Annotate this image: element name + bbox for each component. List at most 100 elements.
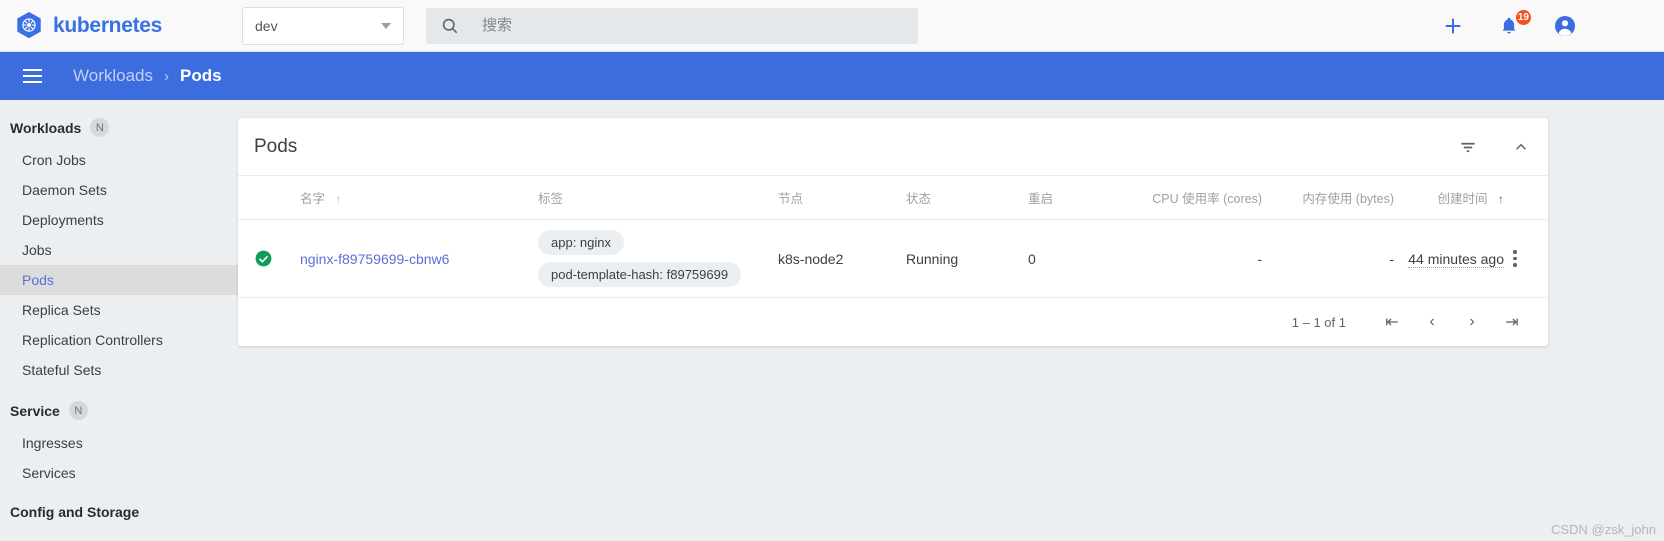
sidebar-item-label: Replication Controllers [22,332,163,348]
column-node[interactable]: 节点 [778,176,906,220]
breadcrumb-separator-icon: › [164,67,169,85]
sidebar-item-replication-controllers[interactable]: Replication Controllers [0,325,238,355]
sidebar-item-label: Stateful Sets [22,362,102,378]
breadcrumb-bar: Workloads › Pods [0,52,1664,100]
sidebar-item-pods[interactable]: Pods [0,265,238,295]
sidebar-item-label: Services [22,465,76,481]
watermark: CSDN @zsk_john [1551,522,1656,537]
column-label: 重启 [1028,192,1054,206]
body: Workloads N Cron Jobs Daemon Sets Deploy… [0,100,1664,541]
chevron-left-icon[interactable]: ‹ [1412,302,1452,342]
column-restarts[interactable]: 重启 [1028,176,1140,220]
sidebar-group-label: Service [10,402,60,419]
row-cpu-cell: - [1140,219,1262,298]
account-circle-icon [1555,15,1575,36]
row-status-cell: Running [906,219,1028,298]
table-body: nginx-f89759699-cbnw6 app: nginx pod-tem… [238,219,1548,298]
brand-name: kubernetes [53,13,163,37]
kubernetes-helm-logo-icon [17,11,41,38]
pagination-label: 1 – 1 of 1 [1291,314,1346,330]
label-chip[interactable]: pod-template-hash: f89759699 [538,262,742,287]
account-button[interactable] [1552,13,1578,39]
table-header: 名字 ↑ 标签 节点 状态 重启 CPU 使用率 (cores) 内存使用 (b… [238,176,1548,220]
chevron-right-icon[interactable]: › [1452,302,1492,342]
column-cpu[interactable]: CPU 使用率 (cores) [1140,176,1262,220]
column-created[interactable]: 创建时间 ↑ [1394,176,1504,220]
row-name-cell: nginx-f89759699-cbnw6 [300,219,538,298]
column-actions [1504,176,1548,220]
breadcrumb-current: Pods [180,66,222,85]
sidebar-group-label: Workloads [10,119,82,136]
column-label: 内存使用 (bytes) [1302,192,1394,206]
search-box[interactable] [426,7,918,44]
hamburger-menu-icon[interactable] [8,52,56,100]
column-status-text[interactable]: 状态 [906,176,1028,220]
sidebar-item-jobs[interactable]: Jobs [0,235,238,265]
sidebar-item-replica-sets[interactable]: Replica Sets [0,295,238,325]
column-memory[interactable]: 内存使用 (bytes) [1262,176,1394,220]
table-row[interactable]: nginx-f89759699-cbnw6 app: nginx pod-tem… [238,219,1548,298]
brand[interactable]: kubernetes [0,11,240,41]
create-button[interactable] [1440,13,1466,39]
chevron-up-icon[interactable] [1512,138,1530,156]
sidebar-item-stateful-sets[interactable]: Stateful Sets [0,355,238,385]
card-header: Pods [238,118,1548,176]
sidebar-item-label: Daemon Sets [22,182,107,198]
table-header-row: 名字 ↑ 标签 节点 状态 重启 CPU 使用率 (cores) 内存使用 (b… [238,176,1548,220]
sidebar-item-daemon-sets[interactable]: Daemon Sets [0,175,238,205]
breadcrumb-parent[interactable]: Workloads [73,66,153,86]
row-status-icon-cell [238,219,300,298]
card-title: Pods [254,135,298,157]
row-restarts-cell: 0 [1028,219,1140,298]
notifications-button[interactable]: 19 [1496,9,1531,39]
column-label: 节点 [778,192,804,206]
top-bar: kubernetes dev 19 [0,0,1664,52]
sidebar-item-label: Cron Jobs [22,152,86,168]
column-labels[interactable]: 标签 [538,176,778,220]
sort-arrow-icon: ↑ [1498,192,1504,206]
first-page-icon[interactable]: ⇤ [1372,302,1412,342]
sidebar-item-cron-jobs[interactable]: Cron Jobs [0,145,238,175]
sort-arrow-icon: ↑ [335,192,342,206]
success-check-icon [255,250,272,267]
namespace-badge: N [90,118,110,137]
namespace-select[interactable]: dev [242,6,404,45]
sidebar-item-ingresses[interactable]: Ingresses [0,428,238,458]
main-content: Pods 名字 ↑ 标签 节点 状态 重启 CPU 使用率 (cores) 内存… [238,100,1664,541]
sidebar-group-service: Service N [0,393,238,428]
row-memory-cell: - [1262,219,1394,298]
row-node-cell: k8s-node2 [778,219,906,298]
sidebar-item-deployments[interactable]: Deployments [0,205,238,235]
sidebar-group-label: Config and Storage [10,504,140,520]
sidebar-group-workloads: Workloads N [0,110,238,145]
namespace-value: dev [255,17,278,34]
sidebar-item-label: Replica Sets [22,302,101,318]
plus-icon [1445,18,1461,33]
last-page-icon[interactable]: ⇥ [1492,302,1532,342]
row-labels-cell: app: nginx pod-template-hash: f89759699 [538,219,778,298]
column-status [238,176,300,220]
pods-card: Pods 名字 ↑ 标签 节点 状态 重启 CPU 使用率 (cores) 内存… [238,118,1548,346]
column-name[interactable]: 名字 ↑ [300,176,538,220]
pods-table: 名字 ↑ 标签 节点 状态 重启 CPU 使用率 (cores) 内存使用 (b… [238,176,1548,298]
sidebar-item-services[interactable]: Services [0,458,238,488]
sidebar-item-label: Jobs [22,242,52,258]
search-input[interactable] [480,16,884,35]
column-label: 名字 [300,192,326,206]
chevron-down-icon [381,22,391,29]
column-label: 标签 [538,192,564,206]
sidebar-item-label: Ingresses [22,435,83,451]
notifications-badge: 19 [1515,9,1531,25]
label-chip[interactable]: app: nginx [538,230,624,255]
column-label: 创建时间 [1437,192,1488,206]
created-timestamp: 44 minutes ago [1408,250,1504,268]
filter-list-icon[interactable] [1458,137,1478,157]
namespace-badge: N [68,401,88,420]
card-header-actions [1458,137,1530,157]
breadcrumb: Workloads › Pods [73,66,222,86]
label-chips: app: nginx pod-template-hash: f89759699 [538,230,778,287]
pod-name-link[interactable]: nginx-f89759699-cbnw6 [300,251,449,267]
pagination: 1 – 1 of 1 ⇤ ‹ › ⇥ [238,298,1548,346]
more-vert-icon[interactable] [1504,250,1526,267]
sidebar-item-label: Deployments [22,212,104,228]
